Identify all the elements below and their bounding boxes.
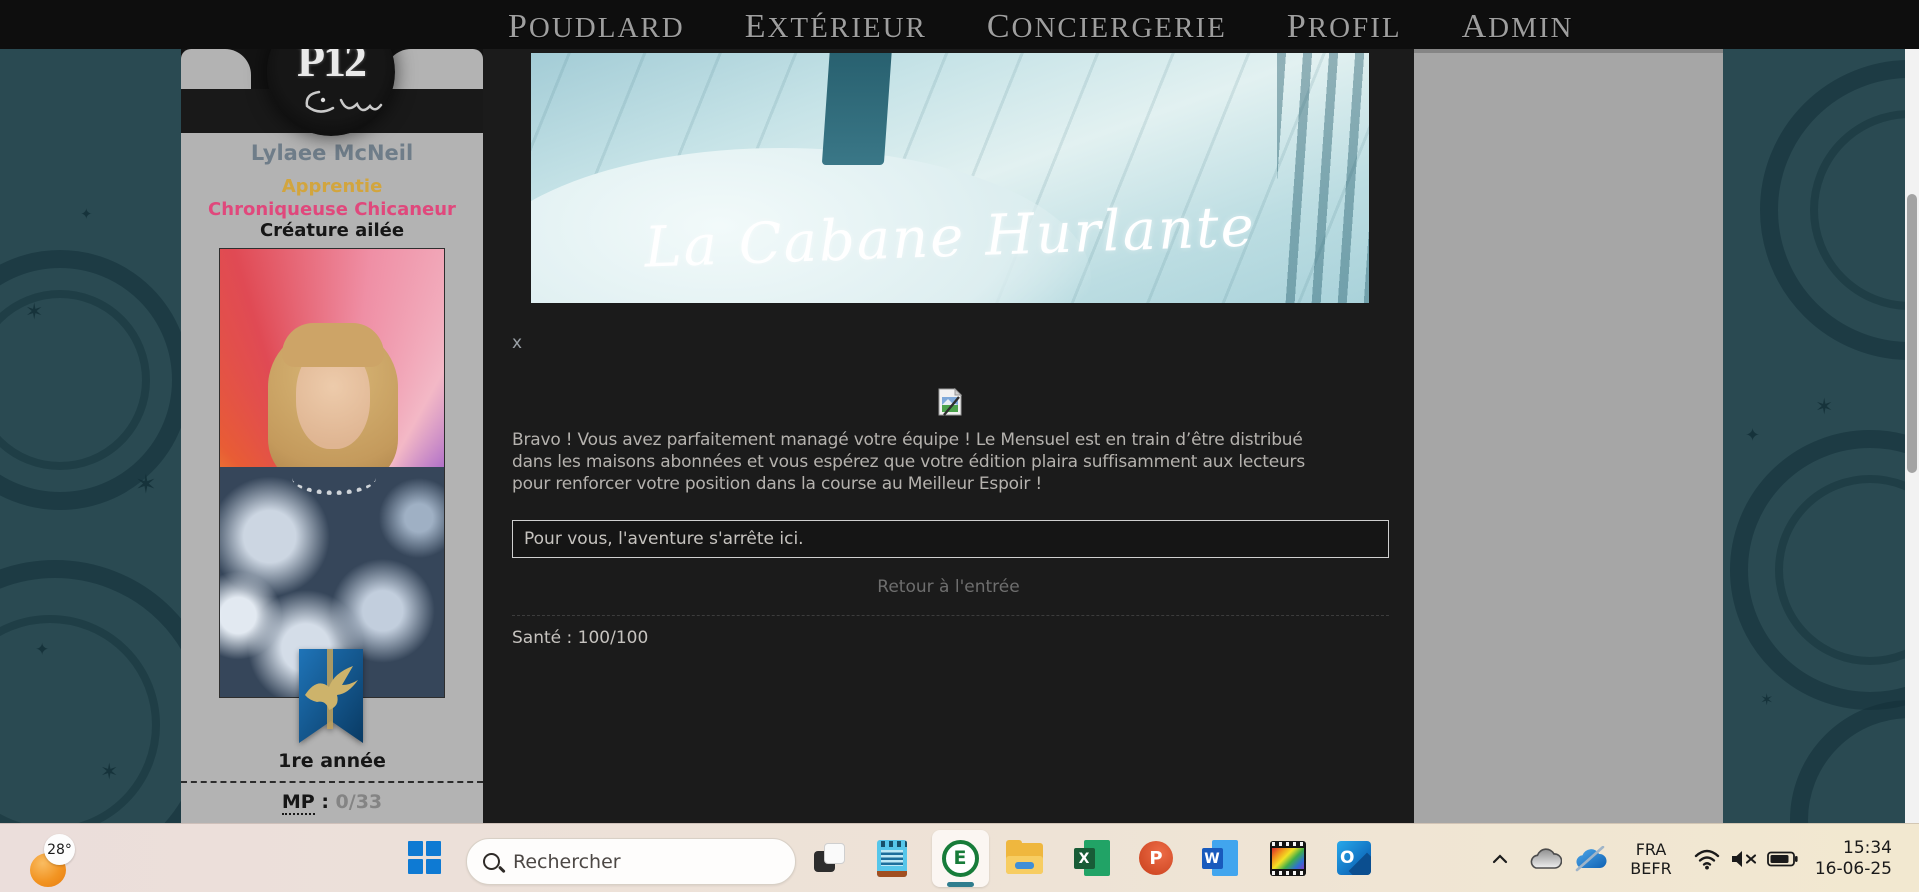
battery-tray[interactable] — [1764, 824, 1800, 892]
browser-scrollbar[interactable] — [1905, 49, 1919, 823]
top-navigation-bar: POUDLARD EXTÉRIEUR CONCIERGERIE PROFIL A… — [0, 0, 1919, 49]
sidebar-divider — [181, 781, 483, 783]
character-name[interactable]: Lylaee McNeil — [181, 141, 483, 165]
wallpaper-star: ✶ — [25, 300, 44, 325]
character-role: Chroniqueuse Chicaneur — [208, 199, 456, 220]
banner-trees — [1277, 53, 1369, 303]
volume-muted-icon — [1731, 850, 1756, 867]
windows-logo-icon — [426, 859, 441, 874]
broken-image-icon[interactable] — [938, 388, 962, 416]
ecosia-browser-button[interactable]: E — [940, 838, 980, 878]
banner-shack — [821, 53, 893, 165]
search-icon — [483, 853, 500, 870]
wallpaper-star: ✦ — [80, 205, 93, 223]
windows-logo-icon — [408, 859, 423, 874]
photos-film-icon — [1270, 840, 1306, 876]
file-explorer-icon — [1005, 839, 1043, 874]
windows-logo-icon — [408, 841, 423, 856]
location-banner: La Cabane Hurlante — [531, 53, 1369, 303]
ravenclaw-eagle-pennant-icon — [299, 649, 363, 743]
profile-sidebar: P12 Lylaee McNeil Apprentie Chroniqueuse… — [181, 8, 483, 892]
nav-item-conciergerie[interactable]: CONCIERGERIE — [987, 8, 1227, 46]
weather-widget[interactable]: 28° — [28, 833, 86, 887]
wifi-tray[interactable] — [1692, 824, 1722, 892]
onedrive-paused-icon — [1575, 845, 1607, 871]
nav-item-exterieur[interactable]: EXTÉRIEUR — [745, 8, 927, 46]
powerpoint-icon: P — [1139, 841, 1173, 875]
volume-tray[interactable] — [1728, 824, 1760, 892]
mp-label[interactable]: MP — [281, 791, 315, 815]
character-rank: Apprentie — [281, 176, 383, 197]
language-code: FRA — [1635, 839, 1667, 859]
nav-item-poudlard[interactable]: POUDLARD — [508, 8, 685, 46]
character-avatar — [219, 248, 445, 698]
story-message: Bravo ! Vous avez parfaitement managé vo… — [512, 429, 1305, 495]
story-input[interactable] — [512, 520, 1389, 558]
wallpaper-star: ✶ — [1815, 395, 1834, 420]
file-explorer-button[interactable] — [1004, 838, 1044, 878]
wallpaper-star: ✦ — [35, 640, 50, 660]
windows-logo-icon — [426, 841, 441, 856]
private-messages[interactable]: MP : 0/33 — [181, 791, 483, 815]
nav-item-profil[interactable]: PROFIL — [1287, 8, 1402, 46]
clock-tray[interactable]: 15:34 16-06-25 — [1815, 824, 1892, 892]
nav-item-admin[interactable]: ADMIN — [1462, 8, 1574, 46]
story-message-line: Bravo ! Vous avez parfaitement managé vo… — [512, 430, 1303, 450]
notepad-icon — [877, 839, 907, 877]
active-app-indicator — [947, 882, 974, 887]
word-icon: W — [1201, 840, 1239, 876]
excel-icon: X — [1073, 840, 1111, 876]
avatar-fringe — [282, 323, 384, 367]
excel-button[interactable]: X — [1072, 838, 1112, 878]
word-button[interactable]: W — [1200, 838, 1240, 878]
chevron-up-icon — [1492, 853, 1508, 863]
return-to-entry-link[interactable]: Retour à l'entrée — [483, 577, 1414, 597]
right-page-column — [1414, 49, 1723, 892]
clock-date: 16-06-25 — [1814, 858, 1892, 879]
keyboard-language-switcher[interactable]: FRA BEFR — [1617, 824, 1685, 892]
avatar-necklace — [292, 461, 376, 495]
scrollbar-thumb[interactable] — [1907, 194, 1917, 473]
taskbar-search-box[interactable]: Rechercher — [466, 838, 796, 885]
battery-icon — [1766, 851, 1798, 866]
wifi-icon — [1694, 849, 1720, 869]
wallpaper-star: ✦ — [1745, 425, 1761, 446]
outlook-button[interactable]: O — [1334, 838, 1374, 878]
notepad-button[interactable] — [872, 838, 912, 878]
character-species: Créature ailée — [259, 220, 405, 241]
clock-time: 15:34 — [1843, 837, 1892, 858]
mp-separator: : — [314, 791, 336, 813]
cloud-icon — [1530, 848, 1562, 869]
health-status: Santé : 100/100 — [512, 628, 649, 648]
onedrive-tray[interactable] — [1570, 824, 1612, 892]
task-view-icon — [814, 842, 846, 874]
keyboard-layout-code: BEFR — [1630, 858, 1672, 878]
outlook-icon: O — [1337, 841, 1371, 875]
story-message-line: dans les maisons abonnées et vous espére… — [512, 452, 1306, 472]
close-link[interactable]: x — [512, 333, 522, 353]
photos-app-button[interactable] — [1268, 838, 1308, 878]
story-message-line: pour renforcer votre position dans la co… — [512, 474, 1043, 494]
powerpoint-button[interactable]: P — [1136, 838, 1176, 878]
temperature-badge: 28° — [44, 834, 75, 865]
main-content: La Cabane Hurlante x Bravo ! Vous avez p… — [483, 49, 1414, 892]
mp-count: 0/33 — [335, 791, 383, 813]
weather-cloud-tray[interactable] — [1526, 824, 1564, 892]
search-placeholder: Rechercher — [513, 850, 621, 873]
school-year: 1re année — [278, 750, 386, 772]
windows-taskbar: 28° Rechercher E X P W O FRA BEFR 15:34 … — [0, 823, 1919, 892]
start-button[interactable] — [408, 841, 442, 875]
ecosia-icon: E — [941, 839, 979, 877]
wallpaper-star: ✶ — [1760, 690, 1774, 709]
wallpaper-star: ✶ — [100, 760, 119, 785]
tray-overflow-button[interactable] — [1486, 824, 1514, 892]
wallpaper-star: ✶ — [135, 470, 157, 500]
task-view-button[interactable] — [810, 838, 850, 878]
content-divider — [512, 615, 1389, 616]
screen: ✶ ✦ ✶ ✦ ✶ ✦ ✶ ✶ POUDLARD EXTÉRIEUR CONCI… — [0, 0, 1919, 892]
